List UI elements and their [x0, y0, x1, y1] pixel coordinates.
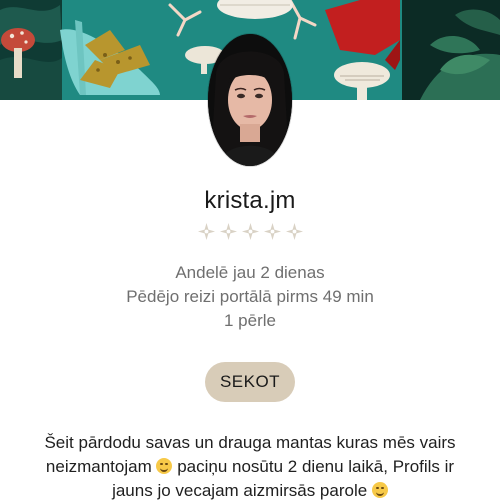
- bio-text: neizmantojam: [45, 457, 152, 476]
- pearls-count-text: 1 pērle: [224, 311, 276, 330]
- rating-star-icon: [263, 222, 281, 241]
- rating-star-icon: [285, 222, 303, 241]
- seller-rating: [0, 222, 500, 242]
- rating-star-icon: [241, 222, 259, 241]
- profile-avatar[interactable]: [208, 34, 292, 166]
- profile-username: krista.jm: [204, 187, 296, 214]
- bio-text: paciņu nosūtu 2 dienu laikā, Profils ir: [177, 457, 455, 476]
- profile-bio: Šeit pārdodu savas un drauga mantas kura…: [20, 431, 480, 500]
- rating-star-icon: [219, 222, 237, 241]
- last-seen-text: Pēdējo reizi portālā pirms 49 min: [126, 287, 374, 306]
- bio-text: jauns jo vecajam aizmirsās parole: [112, 481, 368, 500]
- smiling-emoji-icon: [156, 458, 173, 474]
- follow-button[interactable]: SEKOT: [205, 362, 295, 402]
- bio-line: jauns jo vecajam aizmirsās parole: [20, 479, 480, 500]
- bio-line: Šeit pārdodu savas un drauga mantas kura…: [44, 433, 456, 452]
- rating-star-icon: [197, 222, 215, 241]
- avatar-photo: [208, 34, 292, 166]
- bio-line: neizmantojam paciņu nosūtu 2 dienu laikā…: [20, 455, 480, 479]
- member-since-text: Andelē jau 2 dienas: [175, 263, 325, 282]
- pensive-emoji-icon: [371, 482, 388, 498]
- profile-page: krista.jm Andelē jau 2 dienas Pēdējo rei…: [0, 0, 500, 500]
